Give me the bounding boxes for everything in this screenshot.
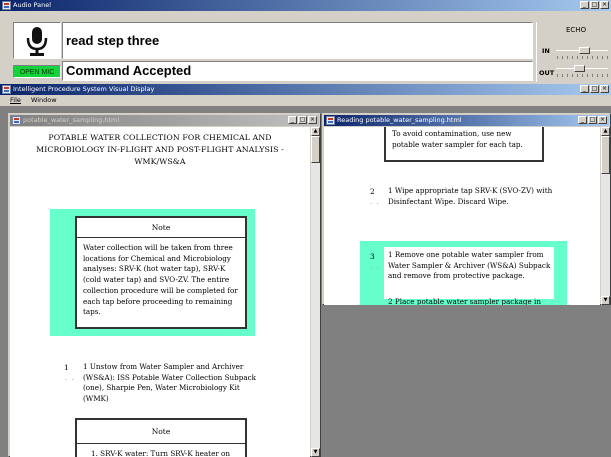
- document-icon: [12, 116, 21, 125]
- close-button[interactable]: ×: [600, 1, 609, 9]
- step-number: 1: [64, 363, 69, 372]
- close-button[interactable]: ×: [598, 116, 607, 124]
- step-marker: . .: [370, 198, 379, 206]
- document-window: potable_water_sampling.html _ □ × POTABL…: [8, 113, 321, 457]
- open-mic-indicator[interactable]: OPEN MIC: [13, 65, 61, 78]
- status-text: read step three: [66, 33, 160, 48]
- step-number: 2: [370, 187, 375, 196]
- minimize-button[interactable]: _: [288, 116, 297, 124]
- maximize-button[interactable]: □: [298, 116, 307, 124]
- app-icon: [2, 1, 11, 10]
- app-icon: [2, 85, 11, 94]
- scroll-up-arrow-icon[interactable]: ▲: [601, 127, 610, 136]
- reading-window: Reading potable_water_sampling.html _ □ …: [322, 113, 611, 305]
- microphone-icon: [26, 27, 48, 56]
- reading-window-titlebar[interactable]: Reading potable_water_sampling.html _ □ …: [324, 115, 609, 126]
- note-body: 1. SRV-K water: Turn SRV-K heater on bef…: [91, 449, 231, 457]
- document-content[interactable]: POTABLE WATER COLLECTION FOR CHEMICAL AN…: [10, 127, 310, 457]
- microphone-button[interactable]: [13, 22, 61, 59]
- caution-text: To avoid contamination, use new potable …: [392, 129, 523, 149]
- note-title: Note: [77, 218, 245, 238]
- echo-label: ECHO: [566, 26, 587, 34]
- close-button[interactable]: ×: [600, 85, 609, 93]
- maximize-button[interactable]: □: [588, 116, 597, 124]
- caution-box: To avoid contamination, use new potable …: [384, 127, 544, 162]
- step-marker: . .: [370, 263, 379, 271]
- step-marker: . .: [65, 374, 74, 382]
- document-window-title: potable_water_sampling.html: [23, 116, 120, 124]
- step-text: 1 Remove one potable water sampler from …: [388, 250, 551, 281]
- minimize-button[interactable]: _: [580, 85, 589, 93]
- scroll-thumb[interactable]: [601, 136, 610, 174]
- audio-panel-titlebar[interactable]: Audio Panel _ □ ×: [0, 0, 611, 11]
- document-heading: POTABLE WATER COLLECTION FOR CHEMICAL AN…: [36, 133, 284, 166]
- document-scrollbar[interactable]: ▲ ▼: [311, 127, 320, 457]
- minimize-button[interactable]: _: [580, 1, 589, 9]
- reading-content[interactable]: To avoid contamination, use new potable …: [324, 127, 600, 305]
- scroll-up-arrow-icon[interactable]: ▲: [311, 127, 320, 136]
- step-text: 1 Wipe appropriate tap SRV-K (SVO-ZV) wi…: [388, 186, 553, 206]
- out-label: OUT: [539, 69, 555, 77]
- document-icon: [326, 116, 335, 125]
- main-window: Intelligent Procedure System Visual Disp…: [0, 84, 611, 457]
- desktop-area: potable_water_sampling.html _ □ × POTABL…: [0, 106, 611, 457]
- scroll-thumb[interactable]: [311, 136, 320, 163]
- main-window-title: Intelligent Procedure System Visual Disp…: [13, 85, 155, 93]
- scroll-down-arrow-icon[interactable]: ▼: [601, 296, 610, 305]
- menu-bar: File Window: [0, 95, 611, 105]
- out-slider-ticks: [557, 74, 608, 77]
- in-slider-ticks: [557, 56, 608, 59]
- note-body: Water collection will be taken from thre…: [83, 243, 238, 317]
- document-window-titlebar[interactable]: potable_water_sampling.html _ □ ×: [10, 115, 319, 126]
- maximize-button[interactable]: □: [590, 1, 599, 9]
- minimize-button[interactable]: _: [578, 116, 587, 124]
- out-slider-thumb[interactable]: [574, 65, 586, 72]
- note-box: Note Water collection will be taken from…: [75, 216, 247, 329]
- audio-panel: Audio Panel _ □ × OPEN MIC read step thr…: [0, 0, 611, 83]
- main-window-titlebar[interactable]: Intelligent Procedure System Visual Disp…: [0, 84, 611, 95]
- scroll-down-arrow-icon[interactable]: ▼: [311, 448, 320, 457]
- command-text: Command Accepted: [66, 63, 192, 78]
- in-slider-thumb[interactable]: [578, 47, 590, 54]
- menu-file[interactable]: File: [10, 96, 21, 104]
- step-number: 3: [370, 252, 375, 261]
- note-title: Note: [77, 420, 245, 444]
- menu-window[interactable]: Window: [31, 96, 57, 104]
- in-label: IN: [542, 47, 550, 55]
- step-text: 2 Place potable water sampler package in: [388, 297, 541, 305]
- reading-scrollbar[interactable]: ▲ ▼: [601, 127, 610, 305]
- maximize-button[interactable]: □: [590, 85, 599, 93]
- note-box: Note 1. SRV-K water: Turn SRV-K heater o…: [75, 418, 247, 457]
- close-button[interactable]: ×: [308, 116, 317, 124]
- reading-window-title: Reading potable_water_sampling.html: [337, 116, 462, 124]
- audio-panel-title: Audio Panel: [13, 1, 52, 9]
- step-text: 1 Unstow from Water Sampler and Archiver…: [83, 362, 257, 404]
